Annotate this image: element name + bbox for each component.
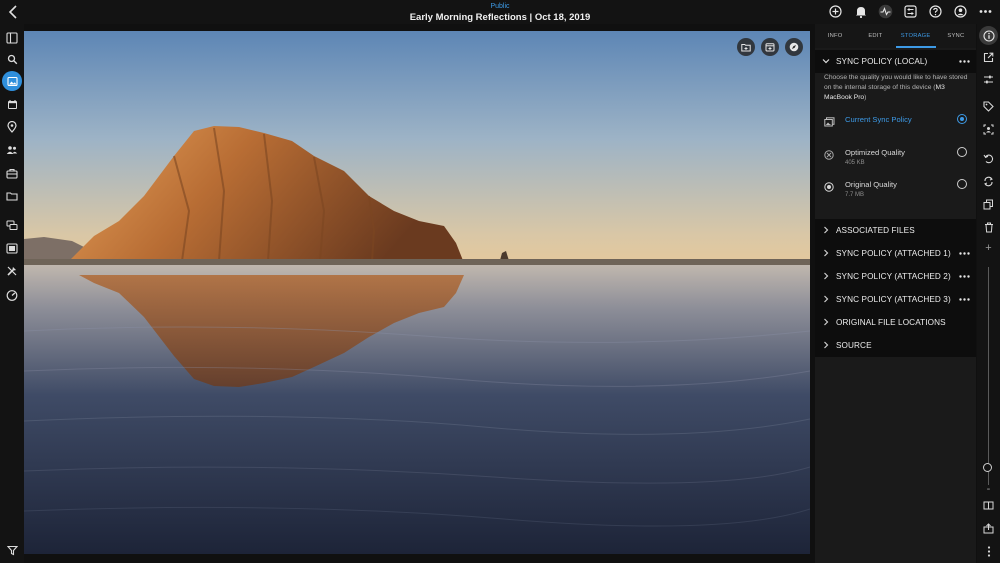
section-original-file-locations[interactable]: ORIGINAL FILE LOCATIONS bbox=[815, 311, 976, 334]
info-icon[interactable] bbox=[979, 26, 998, 45]
chevron-right-icon bbox=[822, 318, 830, 326]
briefcase-icon[interactable] bbox=[2, 163, 22, 183]
stack-icon[interactable] bbox=[2, 215, 22, 235]
optimized-icon bbox=[824, 150, 834, 160]
title-area: Public Early Morning Reflections | Oct 1… bbox=[300, 0, 700, 24]
speedometer-icon[interactable] bbox=[2, 285, 22, 305]
open-external-icon[interactable] bbox=[979, 48, 998, 67]
option-name: Current Sync Policy bbox=[845, 115, 912, 124]
section-sync-policy-attached-1[interactable]: SYNC POLICY (ATTACHED 1) bbox=[815, 242, 976, 265]
chevron-right-icon bbox=[822, 249, 830, 257]
tab-sync[interactable]: SYNC bbox=[936, 24, 976, 48]
adjustments-icon[interactable] bbox=[979, 70, 998, 89]
option-size: 405 KB bbox=[845, 160, 865, 166]
more-icon[interactable] bbox=[959, 272, 970, 281]
photo-overlay-actions bbox=[737, 38, 803, 56]
panel-tabs: INFO EDIT STORAGE SYNC bbox=[815, 24, 976, 48]
trash-icon[interactable] bbox=[979, 218, 998, 237]
right-toolbar: + - bbox=[977, 24, 1000, 563]
compass-icon[interactable] bbox=[785, 38, 803, 56]
tab-storage[interactable]: STORAGE bbox=[895, 24, 936, 48]
section-associated-files[interactable]: ASSOCIATED FILES bbox=[815, 219, 976, 242]
more-icon[interactable] bbox=[959, 249, 970, 258]
info-panel: INFO EDIT STORAGE SYNC SYNC POLICY (LOCA… bbox=[815, 24, 976, 563]
chevron-right-icon bbox=[822, 341, 830, 349]
more-vertical-icon[interactable] bbox=[979, 542, 998, 561]
sidebar-toggle-icon[interactable] bbox=[2, 28, 22, 48]
people-icon[interactable] bbox=[2, 140, 22, 160]
help-icon[interactable] bbox=[927, 3, 944, 20]
section-label: SYNC POLICY (ATTACHED 2) bbox=[836, 272, 951, 281]
zoom-slider-thumb[interactable] bbox=[983, 463, 992, 472]
chevron-left-icon[interactable] bbox=[4, 3, 22, 21]
map-pin-icon[interactable] bbox=[2, 117, 22, 137]
section-sync-policy-attached-3[interactable]: SYNC POLICY (ATTACHED 3) bbox=[815, 288, 976, 311]
compare-icon[interactable] bbox=[979, 496, 998, 515]
section-sync-policy-attached-2[interactable]: SYNC POLICY (ATTACHED 2) bbox=[815, 265, 976, 288]
original-icon bbox=[824, 182, 834, 192]
option-current-sync-policy[interactable]: Current Sync Policy bbox=[815, 114, 976, 143]
main-photo bbox=[24, 31, 810, 554]
chevron-right-icon bbox=[822, 295, 830, 303]
account-icon[interactable] bbox=[952, 3, 969, 20]
add-to-folder-icon[interactable] bbox=[737, 38, 755, 56]
calendar-icon[interactable] bbox=[2, 94, 22, 114]
sync-policy-description: Choose the quality you would like to hav… bbox=[824, 74, 968, 101]
image-stack-icon bbox=[824, 117, 835, 127]
photo-viewer[interactable] bbox=[24, 31, 810, 554]
tools-icon[interactable] bbox=[2, 261, 22, 281]
header-actions bbox=[827, 3, 994, 20]
rotate-icon[interactable] bbox=[979, 149, 998, 168]
filter-icon[interactable] bbox=[2, 540, 22, 560]
zoom-slider-track[interactable] bbox=[988, 267, 989, 485]
more-icon[interactable] bbox=[959, 295, 970, 304]
folder-icon[interactable] bbox=[2, 186, 22, 206]
section-label: SYNC POLICY (LOCAL) bbox=[836, 57, 928, 66]
add-circle-icon[interactable] bbox=[827, 3, 844, 20]
visibility-label[interactable]: Public bbox=[300, 2, 700, 11]
chevron-down-icon bbox=[822, 57, 830, 65]
top-bar: Public Early Morning Reflections | Oct 1… bbox=[0, 0, 1000, 24]
option-name: Optimized Quality bbox=[845, 148, 905, 157]
face-recognition-icon[interactable] bbox=[979, 120, 998, 139]
section-label: SOURCE bbox=[836, 341, 872, 350]
left-sidebar bbox=[0, 24, 24, 563]
sync-icon[interactable] bbox=[979, 172, 998, 191]
option-optimized-quality[interactable]: Optimized Quality 405 KB bbox=[815, 147, 976, 176]
section-source[interactable]: SOURCE bbox=[815, 334, 976, 357]
zoom-in-button[interactable]: + bbox=[983, 243, 994, 254]
section-sync-policy-local[interactable]: SYNC POLICY (LOCAL) bbox=[815, 50, 976, 73]
copy-icon[interactable] bbox=[979, 195, 998, 214]
tune-icon[interactable] bbox=[902, 3, 919, 20]
page-title: Early Morning Reflections | Oct 18, 2019 bbox=[409, 12, 591, 23]
tab-info[interactable]: INFO bbox=[815, 24, 855, 48]
radio-optimized-quality[interactable] bbox=[957, 147, 967, 157]
tag-icon[interactable] bbox=[979, 97, 998, 116]
activity-icon[interactable] bbox=[877, 3, 894, 20]
add-to-calendar-icon[interactable] bbox=[761, 38, 779, 56]
search-icon[interactable] bbox=[2, 49, 22, 69]
zoom-out-button[interactable]: - bbox=[983, 484, 994, 495]
album-icon[interactable] bbox=[2, 238, 22, 258]
option-name: Original Quality bbox=[845, 180, 897, 189]
share-icon[interactable] bbox=[979, 519, 998, 538]
radio-original-quality[interactable] bbox=[957, 179, 967, 189]
section-label: ASSOCIATED FILES bbox=[836, 226, 915, 235]
tab-edit[interactable]: EDIT bbox=[855, 24, 895, 48]
radio-current-sync-policy[interactable] bbox=[957, 114, 967, 124]
more-icon[interactable] bbox=[977, 3, 994, 20]
section-label: ORIGINAL FILE LOCATIONS bbox=[836, 318, 946, 327]
more-icon[interactable] bbox=[959, 57, 970, 66]
photos-icon[interactable] bbox=[2, 71, 22, 91]
section-label: SYNC POLICY (ATTACHED 1) bbox=[836, 249, 951, 258]
section-label: SYNC POLICY (ATTACHED 3) bbox=[836, 295, 951, 304]
bell-icon[interactable] bbox=[852, 3, 869, 20]
chevron-right-icon bbox=[822, 226, 830, 234]
option-size: 7.7 MB bbox=[845, 192, 865, 198]
option-original-quality[interactable]: Original Quality 7.7 MB bbox=[815, 179, 976, 208]
chevron-right-icon bbox=[822, 272, 830, 280]
